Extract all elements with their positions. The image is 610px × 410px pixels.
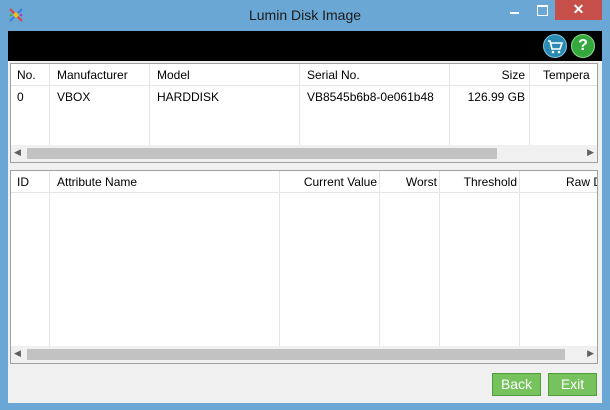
column-header-id[interactable]: ID [17,175,29,189]
top-toolbar: ? [8,31,602,61]
attributes-horizontal-scrollbar[interactable]: ◀ ▶ [11,346,597,363]
column-header-worst[interactable]: Worst [381,175,437,189]
column-header-current-value[interactable]: Current Value [281,175,377,189]
scroll-thumb[interactable] [27,349,565,360]
cart-icon [548,40,564,54]
disks-table-header: No. Manufacturer Model Serial No. Size T… [11,64,597,86]
help-button[interactable]: ? [571,34,595,58]
back-button[interactable]: Back [492,373,541,396]
maximize-button[interactable] [528,0,555,20]
scroll-right-icon[interactable]: ▶ [587,348,594,359]
column-header-manufacturer[interactable]: Manufacturer [57,68,128,82]
close-icon: ✕ [572,1,585,17]
table-row[interactable]: 0 VBOX HARDDISK VB8545b6b8-0e061b48 126.… [11,86,597,106]
scroll-left-icon[interactable]: ◀ [14,348,21,359]
column-header-attribute-name[interactable]: Attribute Name [57,175,137,189]
column-header-raw-data[interactable]: Raw Da [566,175,597,189]
column-header-serial[interactable]: Serial No. [307,68,360,82]
minimize-button[interactable] [500,0,528,20]
disk-number: 0 [17,90,24,104]
buy-button[interactable] [543,34,567,58]
column-header-temperature[interactable]: Tempera [543,68,590,82]
disk-model: HARDDISK [157,90,220,104]
disks-table[interactable]: No. Manufacturer Model Serial No. Size T… [10,63,598,163]
scroll-thumb[interactable] [27,148,497,159]
disk-manufacturer: VBOX [57,90,91,104]
disk-size: 126.99 GB [467,90,525,104]
attributes-table[interactable]: ID Attribute Name Current Value Worst Th… [10,170,598,364]
attributes-table-header: ID Attribute Name Current Value Worst Th… [11,171,597,193]
main-panel: ? No. Manufacturer Model Serial No. Size… [8,31,602,403]
help-icon: ? [578,37,588,54]
column-header-model[interactable]: Model [157,68,190,82]
exit-button[interactable]: Exit [548,373,597,396]
scroll-right-icon[interactable]: ▶ [587,147,594,158]
disks-horizontal-scrollbar[interactable]: ◀ ▶ [11,145,597,162]
app-window: Lumin Disk Image ✕ ? No. Manufacturer Mo… [0,0,610,410]
column-header-no[interactable]: No. [17,68,36,82]
title-bar[interactable]: Lumin Disk Image ✕ [0,0,610,31]
column-header-size[interactable]: Size [451,68,525,82]
column-header-threshold[interactable]: Threshold [441,175,517,189]
scroll-left-icon[interactable]: ◀ [14,147,21,158]
close-button[interactable]: ✕ [555,0,602,20]
disk-serial: VB8545b6b8-0e061b48 [307,90,434,104]
